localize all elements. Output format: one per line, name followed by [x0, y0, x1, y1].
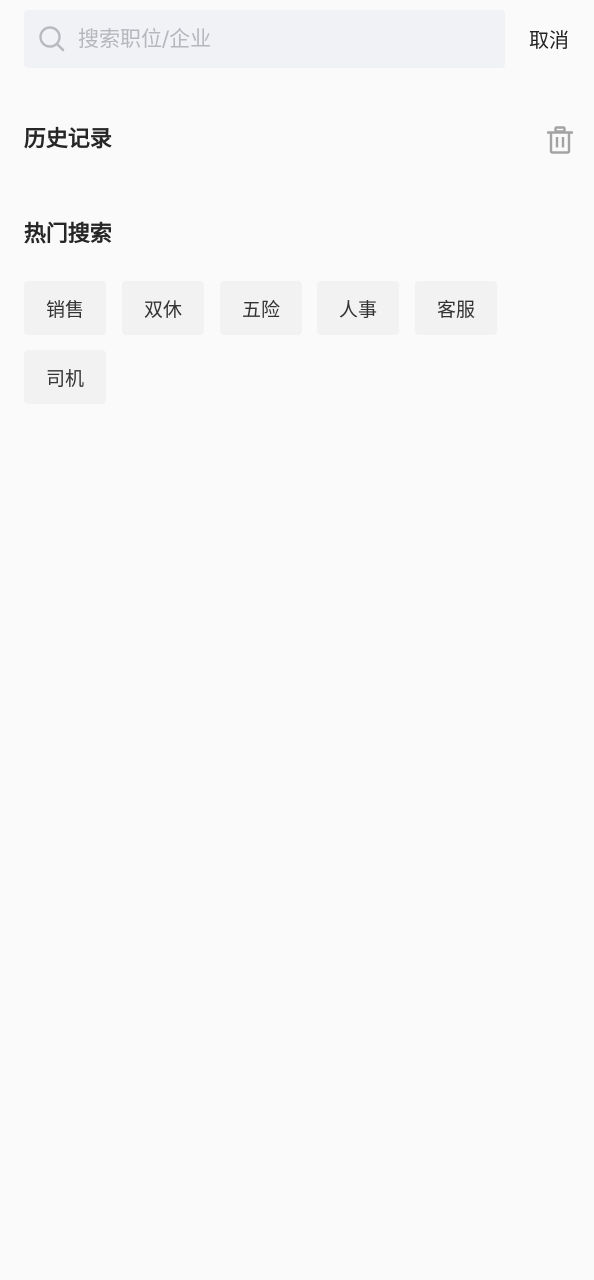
cancel-button[interactable]: 取消 — [529, 26, 569, 54]
search-input[interactable] — [78, 19, 478, 59]
hot-tag-two-day-weekend[interactable]: 双休 — [122, 281, 204, 335]
hot-tag-customer-service[interactable]: 客服 — [415, 281, 497, 335]
hot-tag-sales[interactable]: 销售 — [24, 281, 106, 335]
hot-tag-hr[interactable]: 人事 — [317, 281, 399, 335]
history-title: 历史记录 — [24, 127, 113, 152]
hot-search-title: 热门搜索 — [24, 222, 113, 247]
search-box[interactable] — [24, 10, 505, 68]
trash-icon[interactable] — [546, 126, 574, 154]
hot-tag-insurance[interactable]: 五险 — [220, 281, 302, 335]
search-icon — [38, 25, 66, 53]
hot-tag-driver[interactable]: 司机 — [24, 350, 106, 404]
